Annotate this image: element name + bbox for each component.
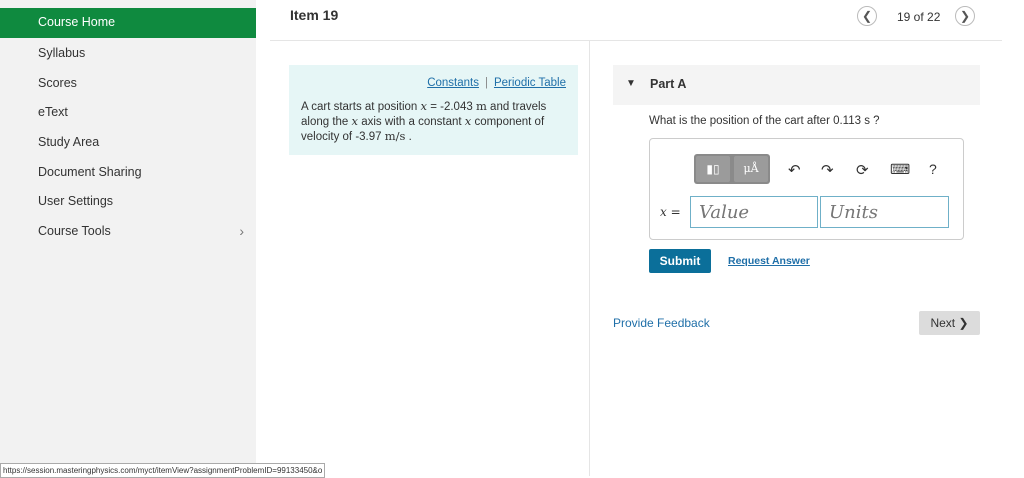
- sidebar-item-course-home[interactable]: Course Home: [0, 8, 256, 38]
- header-divider: [270, 40, 1002, 41]
- next-item-button[interactable]: ❯: [955, 6, 975, 26]
- help-icon[interactable]: ?: [929, 161, 937, 177]
- redo-icon[interactable]: ↷: [821, 161, 834, 179]
- sidebar-item-syllabus[interactable]: Syllabus: [0, 38, 256, 68]
- value-input[interactable]: [690, 196, 818, 228]
- reset-icon[interactable]: ⟳: [856, 161, 869, 179]
- sidebar-item-label: User Settings: [38, 194, 114, 208]
- sidebar-item-scores[interactable]: Scores: [0, 68, 256, 98]
- math-unit: m/s: [384, 129, 406, 143]
- chevron-right-icon: ›: [239, 223, 244, 239]
- submit-button[interactable]: Submit: [649, 249, 711, 273]
- reference-links: Constants | Periodic Table: [427, 77, 566, 89]
- question-text: What is the position of the cart after 0…: [649, 115, 880, 127]
- provide-feedback-link[interactable]: Provide Feedback: [613, 316, 710, 330]
- chevron-left-icon: ❮: [861, 9, 873, 23]
- link-separator: |: [484, 77, 488, 89]
- previous-item-button[interactable]: ❮: [857, 6, 877, 26]
- sidebar-item-label: Study Area: [38, 135, 100, 149]
- constants-link[interactable]: Constants: [427, 77, 479, 89]
- sidebar-item-label: Document Sharing: [38, 165, 142, 179]
- problem-text-part: axis with a constant: [358, 116, 465, 128]
- mu-angstrom-icon: μÅ: [743, 162, 759, 175]
- sidebar-item-label: Syllabus: [38, 46, 86, 60]
- sidebar-item-study-area[interactable]: Study Area: [0, 127, 256, 157]
- course-sidebar: Course Home Syllabus Scores eText Study …: [0, 0, 256, 476]
- math-unit: m: [475, 99, 487, 113]
- help-glyph: ?: [929, 161, 937, 177]
- units-input[interactable]: [820, 196, 949, 228]
- part-title: Part A: [650, 77, 687, 91]
- problem-info-box: Constants | Periodic Table A cart starts a…: [289, 65, 578, 155]
- sidebar-item-course-tools[interactable]: Course Tools ›: [0, 216, 256, 246]
- undo-icon[interactable]: ↶: [788, 161, 801, 179]
- sidebar-item-etext[interactable]: eText: [0, 97, 256, 127]
- sidebar-item-label: Scores: [38, 76, 77, 90]
- keyboard-icon[interactable]: ⌨: [890, 161, 910, 178]
- problem-statement: A cart starts at position x = -2.043 m a…: [301, 99, 571, 144]
- page-title: Item 19: [290, 7, 339, 23]
- sidebar-item-label: Course Home: [38, 15, 116, 29]
- problem-text-part: A cart starts at position: [301, 101, 421, 113]
- caret-down-icon: ▼: [626, 78, 636, 89]
- part-a-header[interactable]: ▼ Part A: [613, 65, 980, 105]
- column-divider: [589, 41, 590, 476]
- sidebar-item-label: Course Tools: [38, 224, 111, 238]
- templates-icon: ▮▯: [706, 162, 720, 176]
- templates-button[interactable]: ▮▯: [696, 156, 730, 182]
- next-button[interactable]: Next ❯: [919, 311, 980, 335]
- units-symbols-button[interactable]: μÅ: [734, 156, 768, 182]
- periodic-table-link[interactable]: Periodic Table: [494, 77, 566, 89]
- chevron-right-icon: ❯: [959, 9, 971, 23]
- answer-variable-label: x =: [660, 205, 681, 219]
- math-toolbar-group: ▮▯ μÅ: [694, 154, 770, 184]
- request-answer-link[interactable]: Request Answer: [728, 255, 810, 267]
- problem-text-part: .: [405, 131, 412, 143]
- answer-box: ▮▯ μÅ ↶ ↷ ⟳ ⌨ ? x =: [649, 138, 964, 240]
- sidebar-item-user-settings[interactable]: User Settings: [0, 186, 256, 216]
- sidebar-item-document-sharing[interactable]: Document Sharing: [0, 157, 256, 187]
- problem-text-part: = -2.043: [427, 101, 476, 113]
- pager-count: 19 of 22: [897, 10, 941, 24]
- sidebar-item-label: eText: [38, 105, 68, 119]
